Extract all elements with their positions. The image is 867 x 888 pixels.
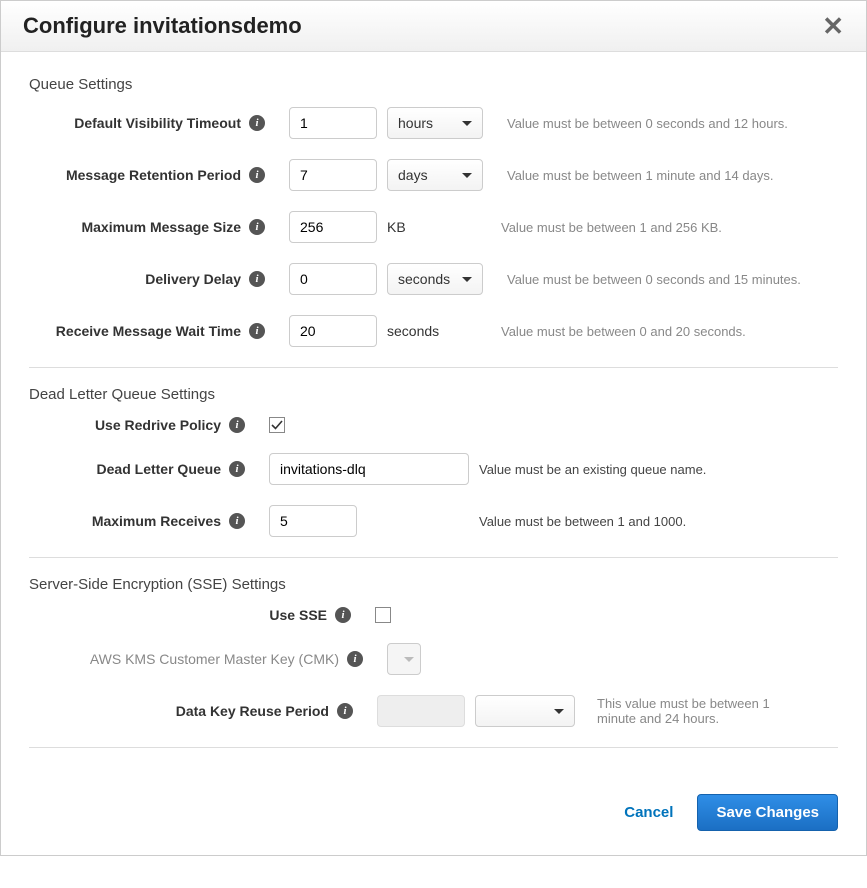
label-max-receives: Maximum Receives i <box>29 513 251 529</box>
visibility-timeout-hint: Value must be between 0 seconds and 12 h… <box>483 116 838 131</box>
use-redrive-checkbox[interactable] <box>269 417 285 433</box>
label-retention-period: Message Retention Period i <box>29 167 271 183</box>
retention-period-input[interactable] <box>289 159 377 191</box>
receive-wait-time-input[interactable] <box>289 315 377 347</box>
label-use-sse: Use SSE i <box>29 607 357 623</box>
row-delivery-delay: Delivery Delay i seconds Value must be b… <box>29 263 838 295</box>
row-cmk: AWS KMS Customer Master Key (CMK) i <box>29 643 838 675</box>
delivery-delay-hint: Value must be between 0 seconds and 15 m… <box>483 272 838 287</box>
cancel-button[interactable]: Cancel <box>624 804 673 821</box>
data-key-reuse-input <box>377 695 465 727</box>
dlq-heading: Dead Letter Queue Settings <box>29 386 838 403</box>
row-use-redrive: Use Redrive Policy i <box>29 417 838 433</box>
queue-settings-heading: Queue Settings <box>29 76 838 93</box>
save-changes-button[interactable]: Save Changes <box>697 794 838 831</box>
retention-period-unit-select[interactable]: days <box>387 159 483 191</box>
info-icon[interactable]: i <box>249 323 265 339</box>
label-receive-wait-time: Receive Message Wait Time i <box>29 323 271 339</box>
divider <box>29 747 838 748</box>
label-cmk: AWS KMS Customer Master Key (CMK) i <box>29 651 369 667</box>
delivery-delay-input[interactable] <box>289 263 377 295</box>
dlq-name-input[interactable] <box>269 453 469 485</box>
chevron-down-icon <box>554 709 564 714</box>
visibility-timeout-input[interactable] <box>289 107 377 139</box>
label-delivery-delay: Delivery Delay i <box>29 271 271 287</box>
label-data-key-reuse: Data Key Reuse Period i <box>29 703 359 719</box>
chevron-down-icon <box>404 657 414 662</box>
label-use-redrive: Use Redrive Policy i <box>29 417 251 433</box>
label-dlq-name: Dead Letter Queue i <box>29 461 251 477</box>
label-max-message-size: Maximum Message Size i <box>29 219 271 235</box>
info-icon[interactable]: i <box>337 703 353 719</box>
cmk-select <box>387 643 421 675</box>
info-icon[interactable]: i <box>347 651 363 667</box>
info-icon[interactable]: i <box>229 461 245 477</box>
divider <box>29 367 838 368</box>
chevron-down-icon <box>462 173 472 178</box>
info-icon[interactable]: i <box>229 417 245 433</box>
max-receives-input[interactable] <box>269 505 357 537</box>
chevron-down-icon <box>462 121 472 126</box>
retention-period-hint: Value must be between 1 minute and 14 da… <box>483 168 838 183</box>
row-retention-period: Message Retention Period i days Value mu… <box>29 159 838 191</box>
label-visibility-timeout: Default Visibility Timeout i <box>29 115 271 131</box>
row-max-message-size: Maximum Message Size i KB Value must be … <box>29 211 838 243</box>
receive-wait-time-unit: seconds <box>387 323 447 339</box>
data-key-reuse-hint: This value must be between 1 minute and … <box>575 696 795 726</box>
close-icon[interactable]: ✕ <box>822 13 844 39</box>
row-dlq-name: Dead Letter Queue i Value must be an exi… <box>29 453 838 485</box>
delivery-delay-unit-select[interactable]: seconds <box>387 263 483 295</box>
info-icon[interactable]: i <box>249 115 265 131</box>
max-message-size-input[interactable] <box>289 211 377 243</box>
row-data-key-reuse: Data Key Reuse Period i This value must … <box>29 695 838 727</box>
info-icon[interactable]: i <box>249 167 265 183</box>
use-sse-checkbox[interactable] <box>375 607 391 623</box>
configure-queue-dialog: Configure invitationsdemo ✕ Queue Settin… <box>0 0 867 856</box>
dialog-title: Configure invitationsdemo <box>23 13 302 39</box>
info-icon[interactable]: i <box>335 607 351 623</box>
chevron-down-icon <box>462 277 472 282</box>
dlq-name-hint: Value must be an existing queue name. <box>469 462 838 477</box>
visibility-timeout-unit-select[interactable]: hours <box>387 107 483 139</box>
dialog-body: Queue Settings Default Visibility Timeou… <box>1 52 866 776</box>
row-receive-wait-time: Receive Message Wait Time i seconds Valu… <box>29 315 838 347</box>
max-message-size-hint: Value must be between 1 and 256 KB. <box>447 220 838 235</box>
dialog-footer: Cancel Save Changes <box>1 776 866 855</box>
info-icon[interactable]: i <box>229 513 245 529</box>
max-message-size-unit: KB <box>387 219 447 235</box>
receive-wait-time-hint: Value must be between 0 and 20 seconds. <box>447 324 838 339</box>
check-icon <box>271 419 283 431</box>
info-icon[interactable]: i <box>249 219 265 235</box>
info-icon[interactable]: i <box>249 271 265 287</box>
row-max-receives: Maximum Receives i Value must be between… <box>29 505 838 537</box>
divider <box>29 557 838 558</box>
dialog-header: Configure invitationsdemo ✕ <box>1 1 866 52</box>
row-use-sse: Use SSE i <box>29 607 838 623</box>
max-receives-hint: Value must be between 1 and 1000. <box>357 514 838 529</box>
data-key-reuse-unit-select[interactable] <box>475 695 575 727</box>
row-visibility-timeout: Default Visibility Timeout i hours Value… <box>29 107 838 139</box>
sse-heading: Server-Side Encryption (SSE) Settings <box>29 576 838 593</box>
